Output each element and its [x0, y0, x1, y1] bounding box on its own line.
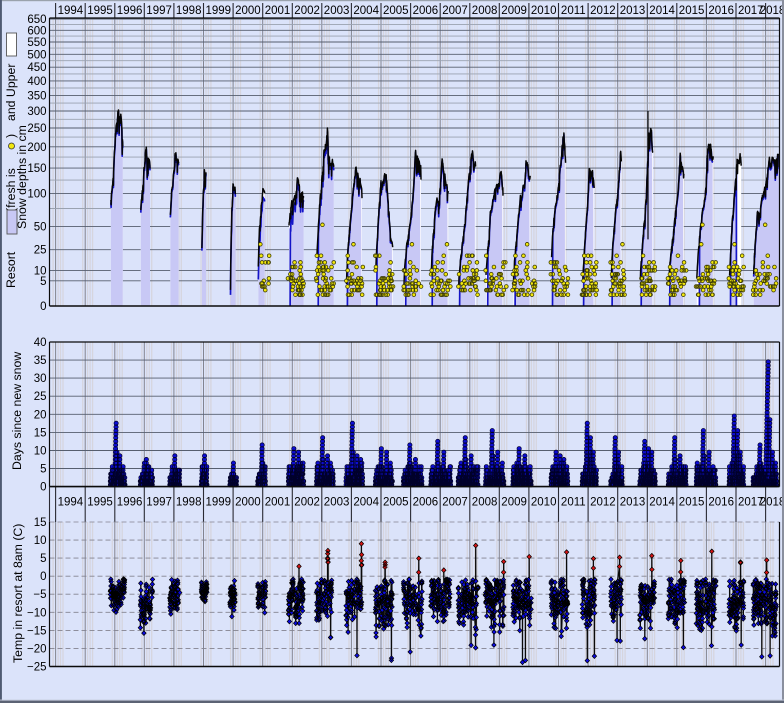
svg-text:−25: −25 — [27, 662, 47, 674]
svg-text:0: 0 — [40, 571, 46, 583]
svg-text:35: 35 — [34, 355, 47, 367]
svg-text:2011: 2011 — [561, 497, 586, 509]
svg-text:5: 5 — [40, 464, 46, 476]
svg-text:0: 0 — [40, 482, 46, 494]
svg-text:400: 400 — [27, 76, 46, 88]
svg-text:2000: 2000 — [235, 497, 261, 509]
svg-text:2018: 2018 — [760, 5, 784, 17]
svg-text:300: 300 — [27, 106, 46, 118]
svg-text:−10: −10 — [27, 607, 47, 619]
svg-text:1999: 1999 — [206, 5, 232, 17]
svg-text:2007: 2007 — [442, 5, 468, 17]
svg-text:2001: 2001 — [265, 497, 291, 509]
svg-text:5: 5 — [40, 276, 46, 288]
svg-text:2015: 2015 — [679, 5, 705, 17]
svg-text:2008: 2008 — [472, 497, 498, 509]
svg-text:2006: 2006 — [413, 5, 439, 17]
svg-text:2014: 2014 — [649, 497, 675, 509]
svg-text:2016: 2016 — [708, 5, 734, 17]
svg-text:2009: 2009 — [501, 497, 527, 509]
svg-text:1995: 1995 — [87, 5, 113, 17]
svg-text:1998: 1998 — [176, 497, 202, 509]
svg-text:250: 250 — [27, 123, 46, 135]
svg-text:2014: 2014 — [649, 5, 675, 17]
svg-text:40: 40 — [34, 337, 47, 349]
svg-text:2006: 2006 — [413, 497, 439, 509]
svg-text:2003: 2003 — [324, 497, 350, 509]
svg-text:2016: 2016 — [708, 497, 734, 509]
svg-text:550: 550 — [27, 37, 46, 49]
svg-text:10: 10 — [34, 446, 47, 458]
svg-text:1996: 1996 — [117, 5, 143, 17]
svg-text:2008: 2008 — [472, 5, 498, 17]
svg-text:2010: 2010 — [531, 5, 557, 17]
svg-text:30: 30 — [34, 373, 47, 385]
svg-text:1995: 1995 — [87, 497, 113, 509]
svg-text:2010: 2010 — [531, 497, 557, 509]
svg-text:−20: −20 — [27, 643, 47, 655]
svg-text:−15: −15 — [27, 625, 47, 637]
svg-text:25: 25 — [34, 245, 47, 257]
svg-text:2003: 2003 — [324, 5, 350, 17]
svg-text:1994: 1994 — [58, 5, 84, 17]
svg-text:2005: 2005 — [383, 497, 409, 509]
svg-text:20: 20 — [34, 409, 47, 421]
svg-text:2012: 2012 — [590, 5, 616, 17]
svg-text:650: 650 — [27, 14, 46, 26]
svg-text:Resort: Resort — [4, 251, 18, 288]
svg-text:Temp in resort at 8am (C): Temp in resort at 8am (C) — [11, 524, 25, 663]
svg-text:1998: 1998 — [176, 5, 202, 17]
svg-text:2002: 2002 — [294, 5, 320, 17]
svg-text:2015: 2015 — [679, 497, 705, 509]
svg-text:2004: 2004 — [353, 497, 379, 509]
svg-text:350: 350 — [27, 90, 46, 102]
svg-text:1997: 1997 — [146, 497, 172, 509]
svg-text:10: 10 — [34, 265, 47, 277]
svg-text:2018: 2018 — [760, 497, 784, 509]
svg-text:2004: 2004 — [353, 5, 379, 17]
svg-text:15: 15 — [34, 517, 47, 529]
svg-text:Days since new snow: Days since new snow — [10, 352, 24, 470]
svg-text:2002: 2002 — [294, 497, 320, 509]
svg-text:2009: 2009 — [501, 5, 527, 17]
svg-text:1997: 1997 — [146, 5, 172, 17]
svg-text:450: 450 — [27, 62, 46, 74]
svg-text:5: 5 — [40, 553, 46, 565]
svg-text:−5: −5 — [33, 589, 46, 601]
svg-text:600: 600 — [27, 25, 46, 37]
svg-text:200: 200 — [27, 142, 46, 154]
svg-text:50: 50 — [34, 221, 47, 233]
svg-text:500: 500 — [27, 49, 46, 61]
svg-text:0: 0 — [40, 301, 46, 313]
svg-text:2005: 2005 — [383, 5, 409, 17]
svg-text:2007: 2007 — [442, 497, 468, 509]
svg-text:2011: 2011 — [561, 5, 586, 17]
svg-text:1994: 1994 — [58, 497, 84, 509]
svg-text:1996: 1996 — [117, 497, 143, 509]
svg-text:2012: 2012 — [590, 497, 616, 509]
svg-text:1999: 1999 — [206, 497, 232, 509]
svg-text:10: 10 — [34, 535, 47, 547]
svg-text:2013: 2013 — [620, 5, 646, 17]
svg-text:100: 100 — [27, 188, 46, 200]
svg-text:25: 25 — [34, 391, 47, 403]
svg-text:150: 150 — [27, 163, 46, 175]
svg-text:2000: 2000 — [235, 5, 261, 17]
svg-text:2013: 2013 — [620, 497, 646, 509]
svg-text:2001: 2001 — [265, 5, 291, 17]
svg-text:and Upper: and Upper — [4, 64, 18, 121]
svg-text:15: 15 — [34, 427, 47, 439]
